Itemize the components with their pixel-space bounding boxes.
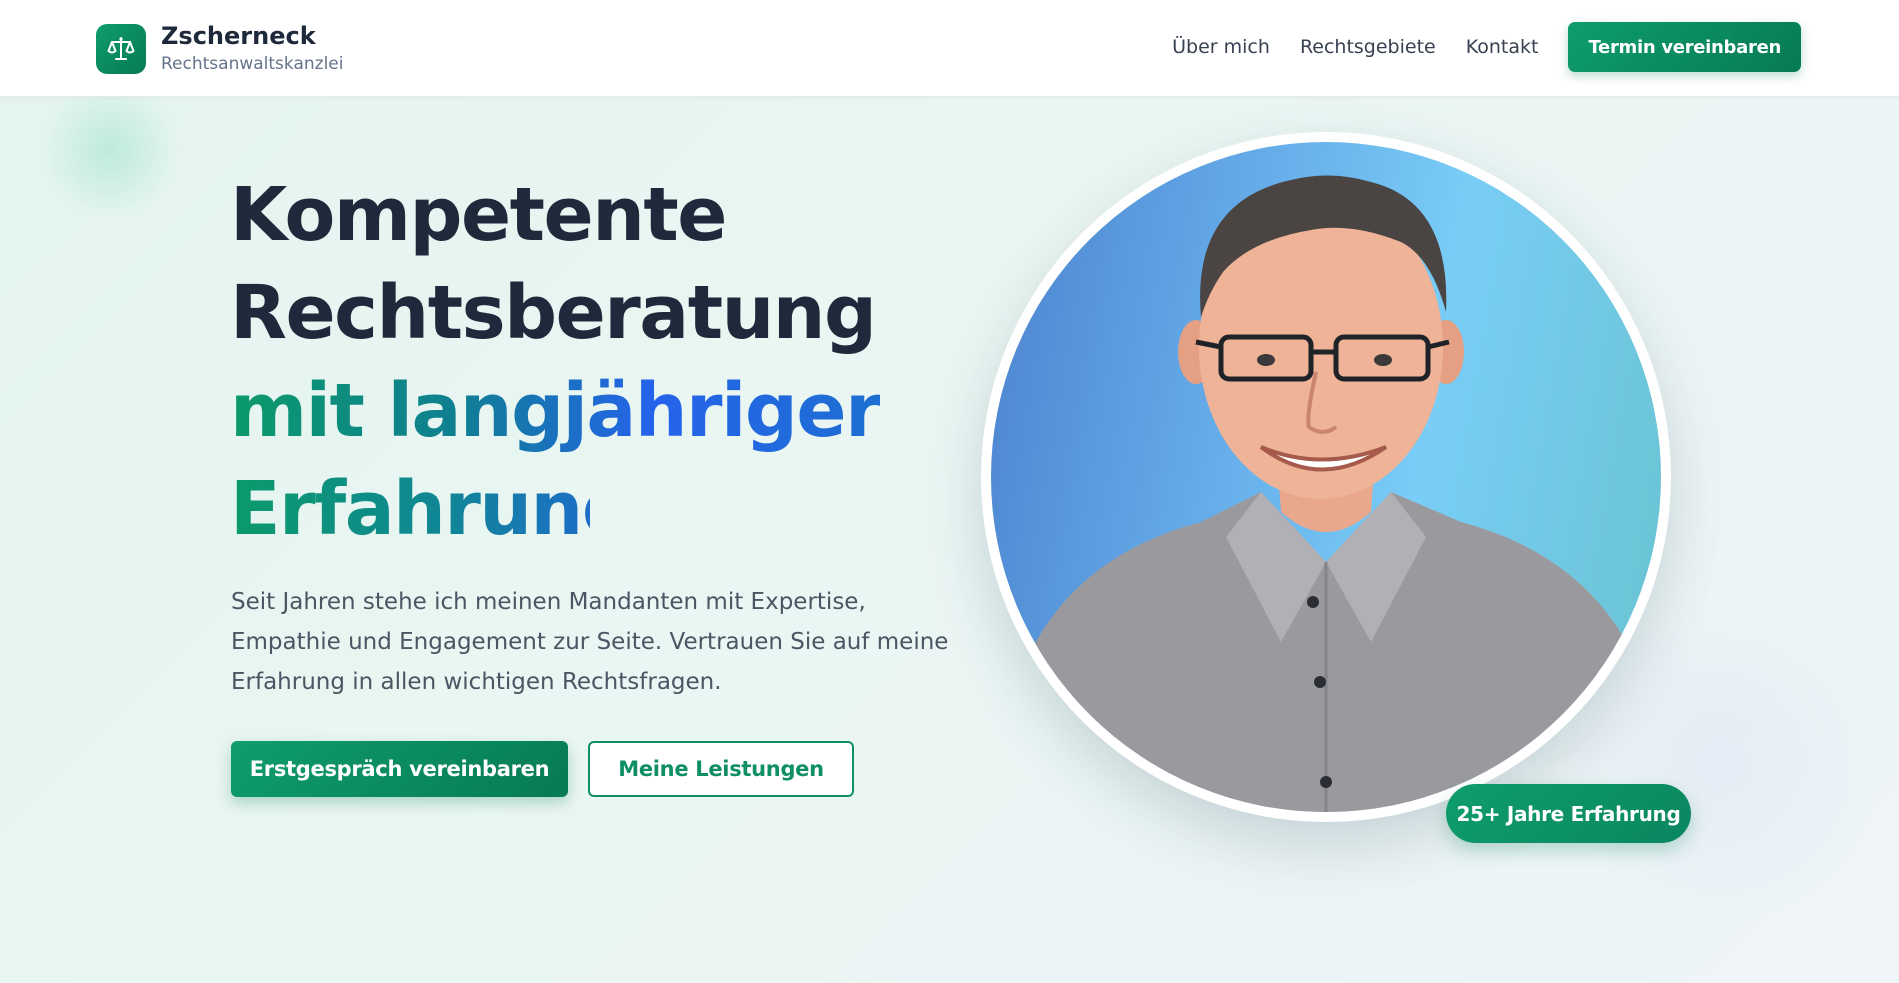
nav-link-rechtsgebiete[interactable]: Rechtsgebiete — [1300, 36, 1436, 58]
nav-link-ueber-mich[interactable]: Über mich — [1172, 36, 1270, 58]
site-header: Zscherneck Rechtsanwaltskanzlei Über mic… — [0, 0, 1899, 97]
scales-icon — [96, 23, 146, 74]
book-appointment-button[interactable]: Termin vereinbaren — [1568, 22, 1801, 72]
hero-title-line: Kompetente — [230, 172, 727, 258]
portrait-frame — [981, 132, 1671, 822]
hero-description: Seit Jahren stehe ich meinen Mandanten m… — [231, 589, 949, 695]
hero-title-highlight: Erfahrung — [230, 460, 635, 558]
nav-link-kontakt[interactable]: Kontakt — [1466, 36, 1539, 58]
hero-title-highlight: mit langjähriger — [230, 362, 882, 460]
lawyer-portrait — [991, 142, 1661, 812]
main-nav: Über mich Rechtsgebiete Kontakt Termin v… — [1172, 22, 1801, 72]
brand-name: Zscherneck — [161, 22, 316, 50]
hero-title: Kompetente Rechtsberatung mit langjährig… — [230, 166, 882, 558]
brand[interactable]: Zscherneck Rechtsanwaltskanzlei — [96, 22, 343, 75]
brand-subtitle: Rechtsanwaltskanzlei — [161, 54, 344, 74]
hero-title-line: Rechtsberatung — [230, 270, 877, 356]
experience-badge: 25+ Jahre Erfahrung — [1446, 784, 1691, 843]
background-glow — [40, 80, 180, 220]
services-button[interactable]: Meine Leistungen — [588, 741, 854, 797]
initial-consultation-button[interactable]: Erstgespräch vereinbaren — [231, 741, 568, 797]
